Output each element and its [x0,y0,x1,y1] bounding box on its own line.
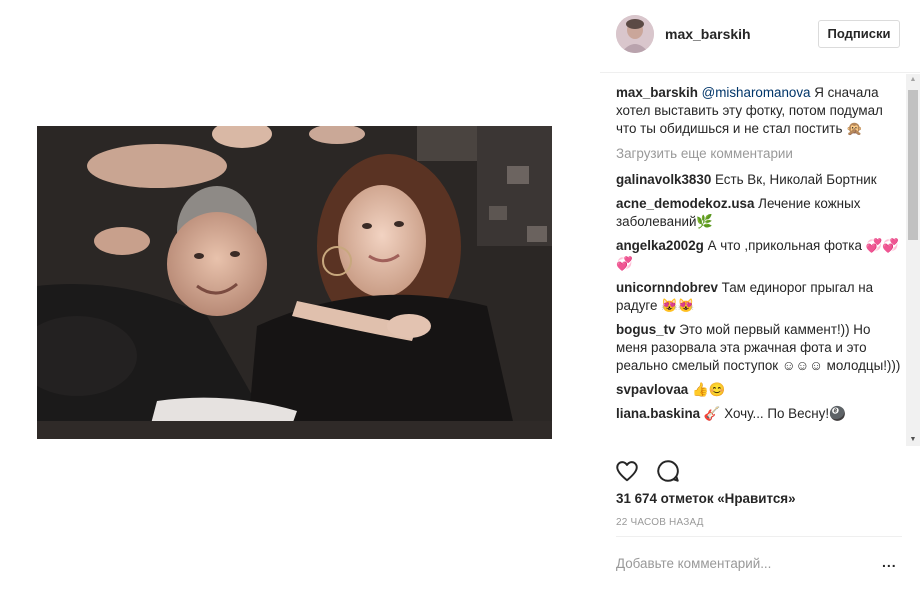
comment-username[interactable]: liana.baskina [616,406,700,421]
comment: angelka2002g А что ,прикольная фотка 💞💞💞 [616,237,902,273]
scroll-thumb[interactable] [908,90,918,240]
post-author-username[interactable]: max_barskih [665,26,751,42]
comment-username[interactable]: galinavolk3830 [616,172,711,187]
comments-list[interactable]: max_barskih @misharomanova Я сначала хот… [616,84,902,448]
comment-username[interactable]: svpavlovaa [616,382,688,397]
post-photo-image [37,126,552,439]
comment-username[interactable]: bogus_tv [616,322,676,337]
post-header: max_barskih Подписки [616,15,902,55]
caption-mention[interactable]: @misharomanova [702,85,811,100]
comment: svpavlovaa 👍😊 [616,381,902,399]
post-photo[interactable] [37,126,552,439]
following-button[interactable]: Подписки [818,20,900,48]
load-more-comments[interactable]: Загрузить еще комментарии [616,145,902,163]
comment: unicornndobrev Там единорог прыгал на ра… [616,279,902,315]
comment-text: 🎸 Хочу... По Весну!🎱 [700,406,846,421]
likes-count[interactable]: 31 674 отметок «Нравится» [616,491,796,506]
comment: acne_demodekoz.usa Лечение кожных заболе… [616,195,902,231]
header-divider [600,72,920,73]
comment-bubble-icon[interactable] [655,458,681,484]
caption-username[interactable]: max_barskih [616,85,698,100]
comment-username[interactable]: unicornndobrev [616,280,718,295]
comment: bogus_tv Это мой первый каммент!)) Но ме… [616,321,902,375]
add-comment-input[interactable]: Добавьте комментарий... [616,556,771,571]
scroll-up-arrow-icon[interactable]: ▲ [906,74,920,86]
comment-username[interactable]: acne_demodekoz.usa [616,196,754,211]
comment-text: Есть Вк, Николай Бортник [711,172,877,187]
comment: galinavolk3830 Есть Вк, Николай Бортник [616,171,902,189]
heart-outline-icon[interactable] [614,458,640,484]
avatar-image [616,15,654,53]
comment-username[interactable]: angelka2002g [616,238,704,253]
comment-text: 👍😊 [688,382,726,397]
comments-scrollbar[interactable]: ▲ ▼ [906,74,920,446]
comment-divider [616,536,902,537]
scroll-down-arrow-icon[interactable]: ▼ [906,434,920,446]
ellipsis-icon[interactable]: ... [882,554,897,570]
post-timestamp[interactable]: 22 ЧАСОВ НАЗАД [616,517,704,528]
avatar[interactable] [616,15,654,53]
caption: max_barskih @misharomanova Я сначала хот… [616,84,902,138]
comment: liana.baskina 🎸 Хочу... По Весну!🎱 [616,405,902,423]
